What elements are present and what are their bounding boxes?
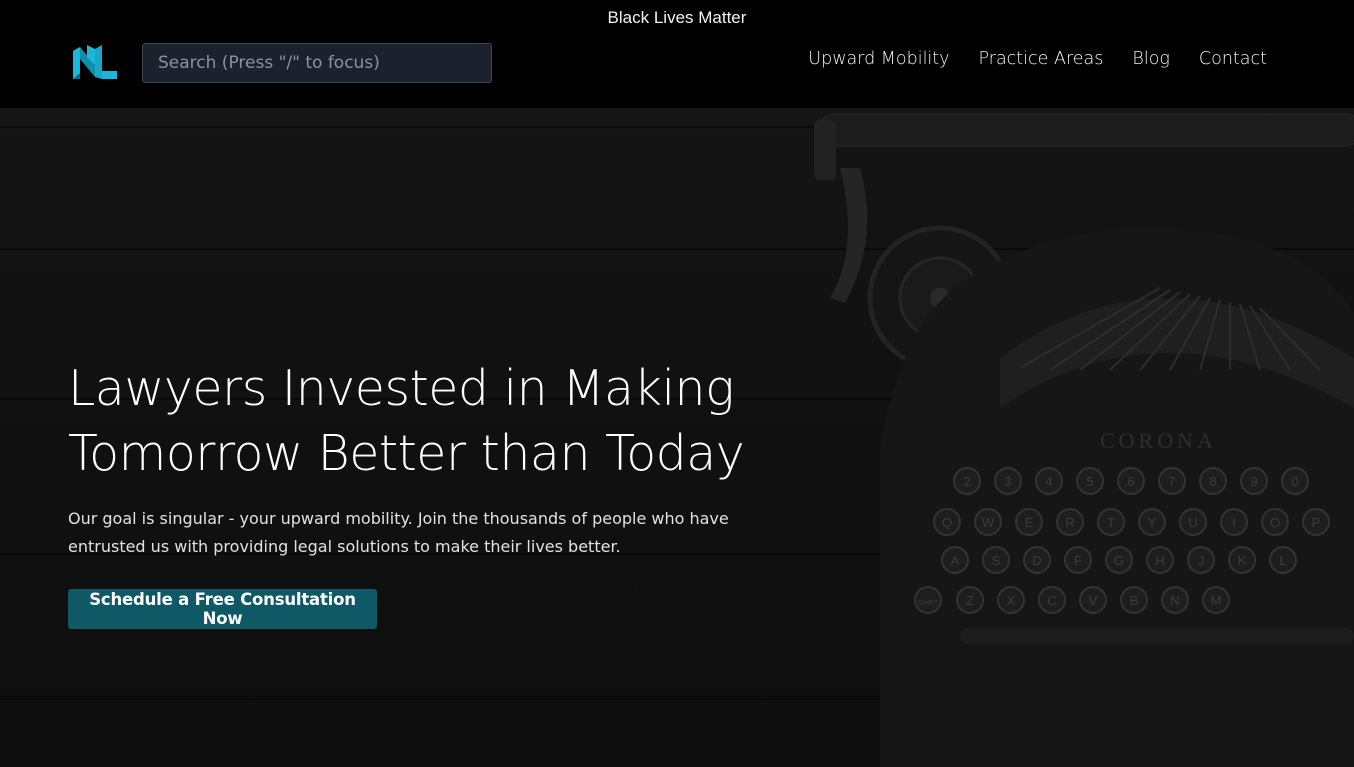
hero-description: Our goal is singular - your upward mobil… (68, 505, 748, 560)
hero-title-line-2: Tomorrow Better than Today (68, 425, 745, 482)
announcement-banner: Black Lives Matter (607, 8, 747, 27)
typewriter-key-label: 7 (1168, 474, 1175, 489)
typewriter-key-label: H (1155, 553, 1164, 568)
search-input[interactable] (142, 43, 492, 83)
typewriter-brand: CORONA (1100, 428, 1217, 453)
typewriter-key-label: N (1170, 593, 1179, 608)
typewriter-key-label: K (1238, 553, 1247, 568)
hero-title-line-1: Lawyers Invested in Making (68, 360, 735, 417)
nav-practice-areas[interactable]: Practice Areas (979, 49, 1104, 69)
typewriter-key-label: 3 (1004, 474, 1011, 489)
typewriter-key-label: G (1114, 553, 1124, 568)
typewriter-key-label: 0 (1291, 474, 1298, 489)
site-header: Black Lives Matter Upward Mobility Pract… (0, 0, 1354, 108)
nav-upward-mobility[interactable]: Upward Mobility (808, 49, 949, 69)
typewriter-key-label: I (1232, 515, 1236, 530)
typewriter-key-label: 4 (1045, 474, 1052, 489)
typewriter-key-label: P (1312, 515, 1321, 530)
typewriter-key-label: 8 (1209, 474, 1216, 489)
typewriter-key-label: Z (966, 593, 974, 608)
typewriter-key-label: A (951, 553, 960, 568)
typewriter-key-label: V (1089, 593, 1098, 608)
typewriter-key-label: 6 (1127, 474, 1134, 489)
nav-blog[interactable]: Blog (1132, 49, 1170, 69)
typewriter-key-label: 9 (1250, 474, 1257, 489)
typewriter-key-label: X (1007, 593, 1016, 608)
typewriter-key-label: U (1188, 515, 1197, 530)
typewriter-shift-label: SHIFT (918, 600, 939, 607)
typewriter-key-label: 5 (1086, 474, 1093, 489)
main-nav: Upward Mobility Practice Areas Blog Cont… (808, 46, 1267, 72)
typewriter-image: CORONA 2 3 4 5 6 7 8 9 0 Q W E R T Y U I O P A S D F G H J K L Z X C V B… (814, 113, 1354, 767)
nav-contact[interactable]: Contact (1199, 49, 1267, 69)
typewriter-key-label: E (1025, 515, 1034, 530)
typewriter-key-label: J (1198, 553, 1205, 568)
typewriter-key-label: O (1270, 515, 1280, 530)
typewriter-key-label: B (1130, 593, 1139, 608)
typewriter-key-label: D (1032, 553, 1041, 568)
schedule-consultation-button[interactable]: Schedule a Free Consultation Now (68, 589, 377, 629)
hero-title: Lawyers Invested in Making Tomorrow Bett… (68, 356, 768, 486)
typewriter-key-label: S (992, 553, 1001, 568)
typewriter-key-label: R (1065, 515, 1074, 530)
hero-description-line-1: Our goal is singular - your upward mobil… (68, 509, 729, 528)
typewriter-key-label: C (1047, 593, 1056, 608)
typewriter-key-label: L (1279, 553, 1286, 568)
hero-section: CORONA 2 3 4 5 6 7 8 9 0 Q W E R T Y U I O P A S D F G H J K L Z X C V B… (0, 108, 1354, 767)
typewriter-key-label: T (1107, 515, 1115, 530)
typewriter-key-label: W (982, 515, 995, 530)
typewriter-key-label: Y (1148, 515, 1157, 530)
logo-icon[interactable] (71, 43, 117, 81)
typewriter-key-label: M (1211, 593, 1222, 608)
typewriter-key-label: 2 (963, 474, 970, 489)
hero-description-line-2: entrusted us with providing legal soluti… (68, 536, 621, 556)
typewriter-key-label: Q (942, 515, 952, 530)
typewriter-key-label: F (1074, 553, 1082, 568)
